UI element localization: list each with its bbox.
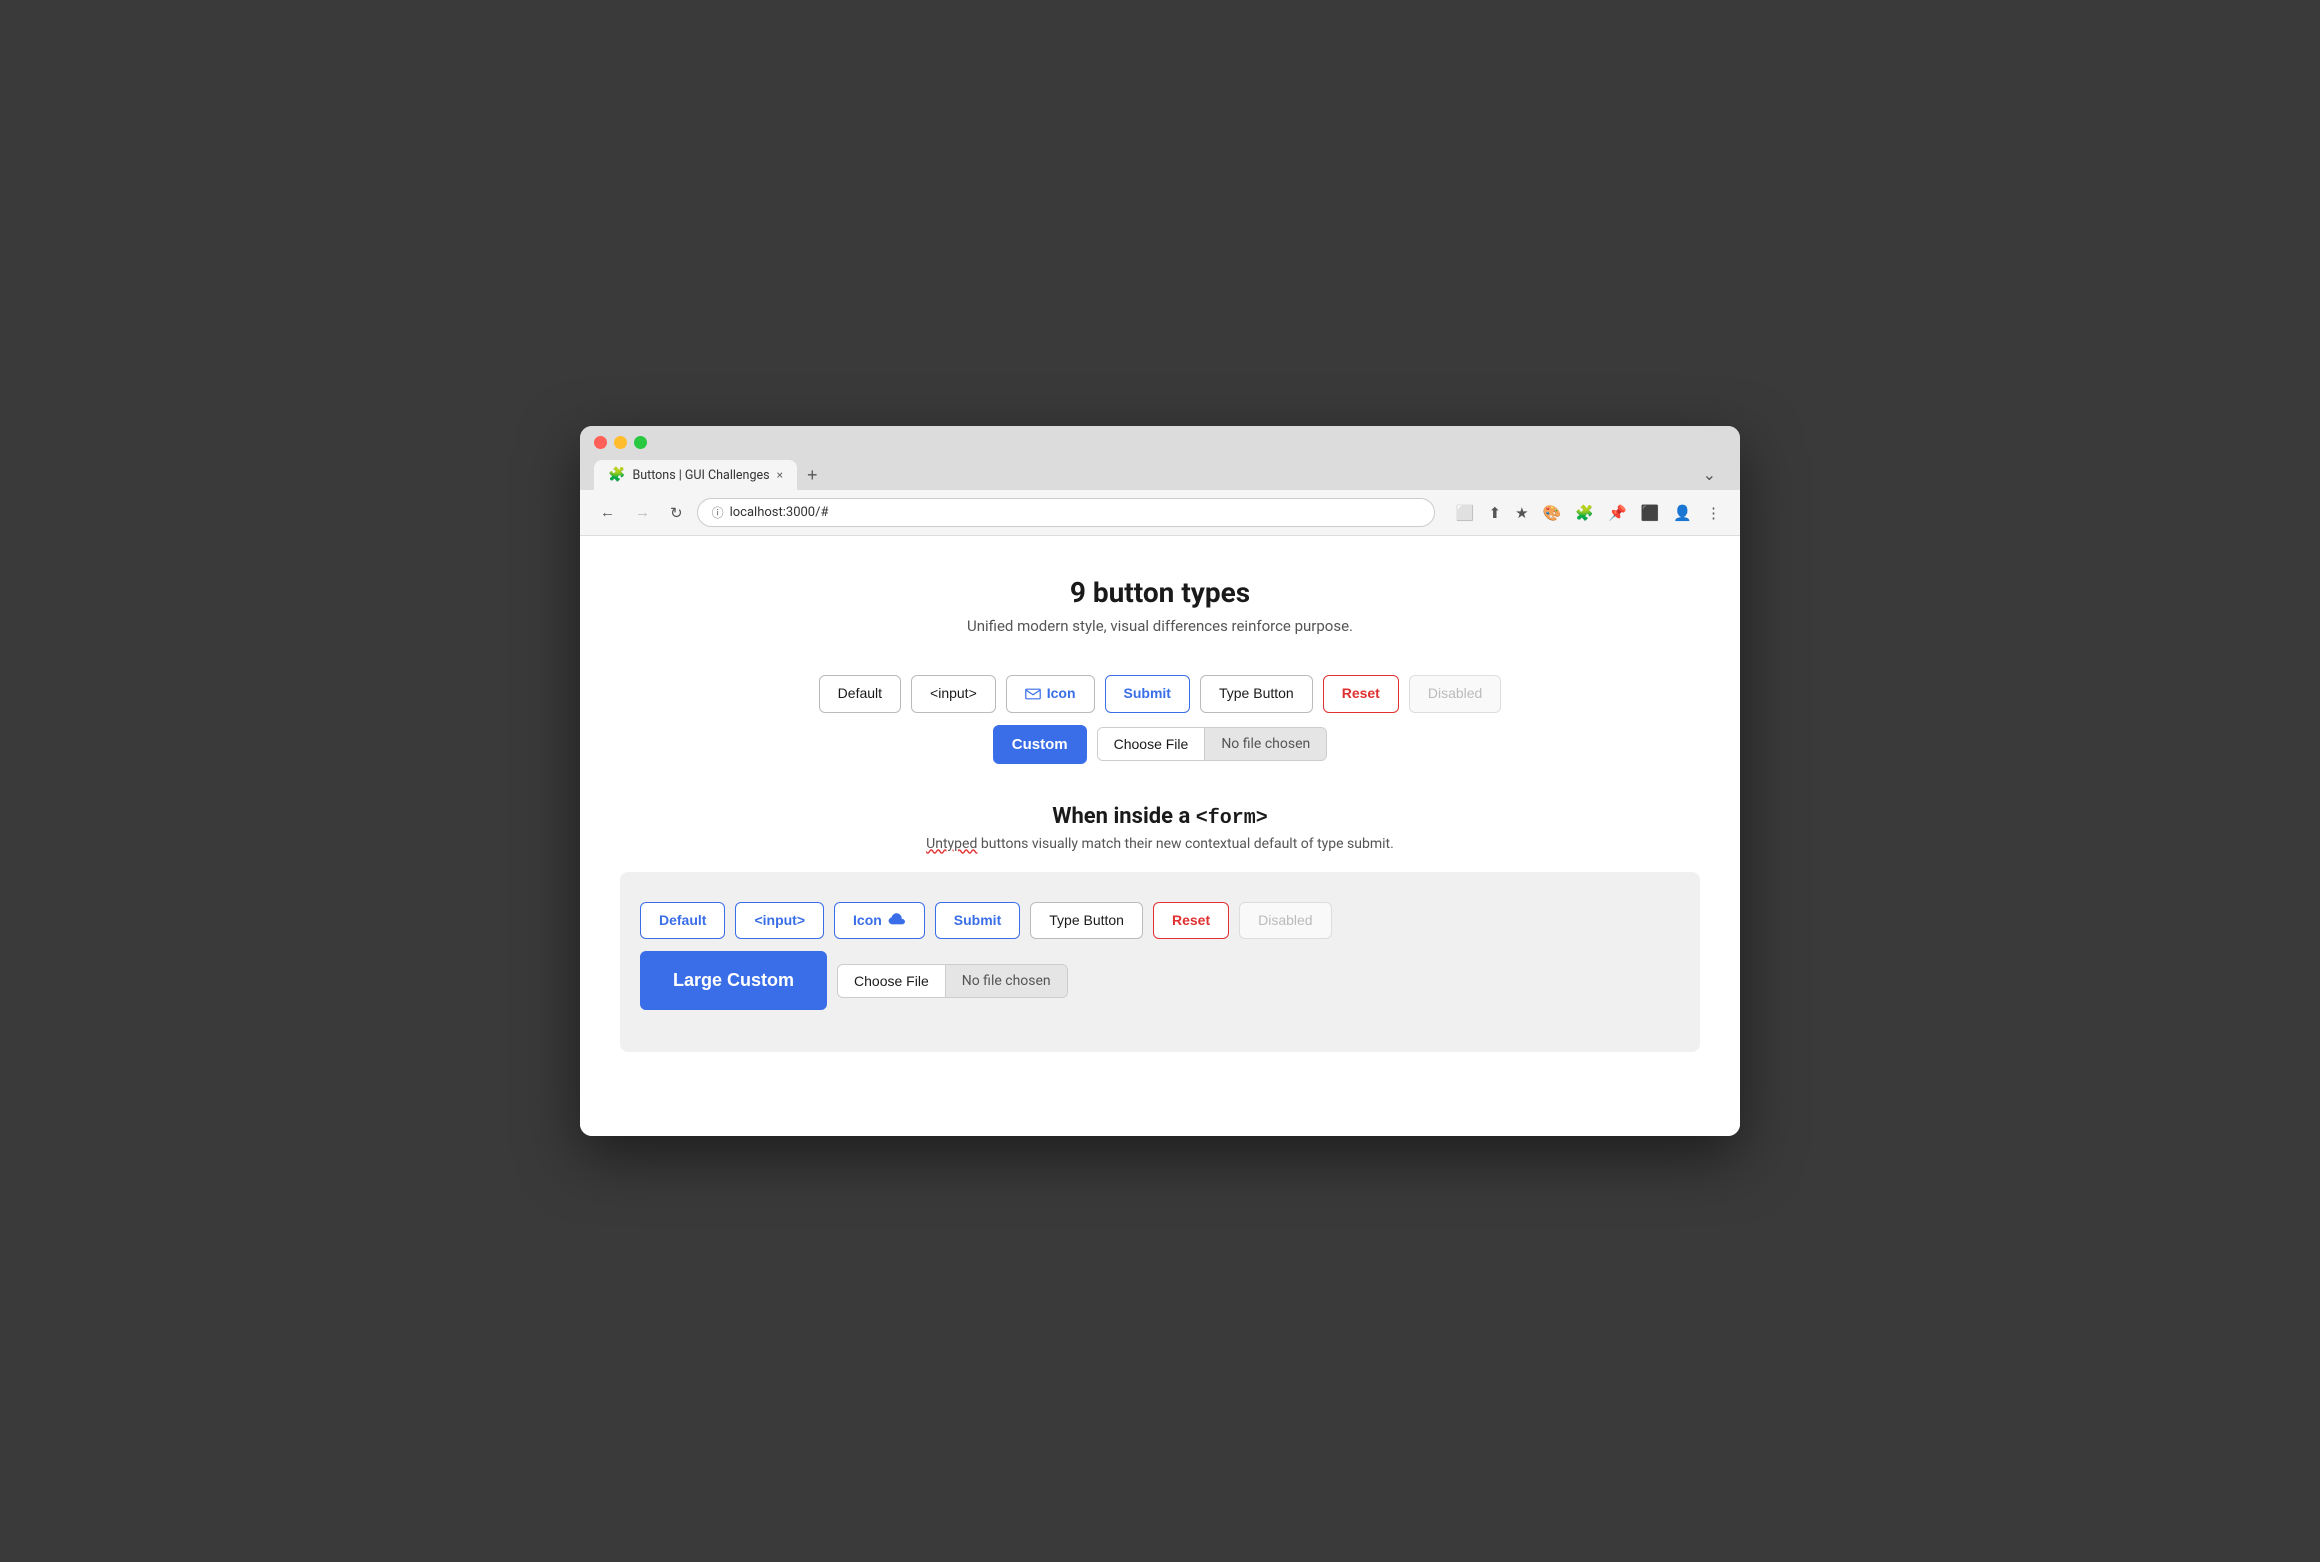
reset-button[interactable]: Reset	[1323, 675, 1399, 713]
form-choose-file-button[interactable]: Choose File	[838, 965, 946, 997]
untyped-text: Untyped	[926, 836, 977, 852]
forward-button[interactable]: →	[629, 500, 656, 525]
form-title-prefix: When inside a	[1052, 804, 1196, 829]
traffic-light-minimize[interactable]	[614, 436, 627, 449]
form-title-tag: <form>	[1196, 807, 1268, 830]
file-input-group: Choose File No file chosen	[1097, 727, 1328, 761]
form-custom-row: Large Custom Choose File No file chosen	[640, 951, 1680, 1010]
no-file-chosen-text: No file chosen	[1205, 728, 1326, 760]
form-section: Default <input> Icon Submit Type Button	[620, 872, 1700, 1053]
form-icon-button[interactable]: Icon	[834, 902, 925, 940]
traffic-lights	[594, 436, 1726, 449]
share-icon[interactable]: ⬆	[1484, 500, 1507, 526]
disabled-button: Disabled	[1409, 675, 1501, 713]
form-input-button[interactable]: <input>	[735, 902, 824, 940]
page-header: 9 button types Unified modern style, vis…	[600, 576, 1720, 635]
custom-button[interactable]: Custom	[993, 725, 1087, 764]
nav-actions: ⬜ ⬆ ★ 🎨 🧩 📌 ⬛ 👤 ⋮	[1451, 500, 1726, 526]
form-submit-button[interactable]: Submit	[935, 902, 1020, 940]
form-default-button[interactable]: Default	[640, 902, 725, 940]
top-custom-row: Custom Choose File No file chosen	[600, 725, 1720, 764]
form-section-subtitle: Untyped buttons visually match their new…	[600, 836, 1720, 852]
form-section-header: When inside a <form> Untyped buttons vis…	[600, 804, 1720, 852]
extension-icon[interactable]: 🎨	[1538, 500, 1567, 526]
traffic-light-close[interactable]	[594, 436, 607, 449]
type-button[interactable]: Type Button	[1200, 675, 1313, 713]
tab-bar: 🧩 Buttons | GUI Challenges × + ⌄	[594, 459, 1726, 490]
default-button[interactable]: Default	[819, 675, 901, 713]
form-no-file-chosen-text: No file chosen	[946, 965, 1067, 997]
refresh-button[interactable]: ↻	[664, 500, 689, 526]
tab-label: Buttons | GUI Challenges	[632, 468, 769, 483]
choose-file-button[interactable]: Choose File	[1098, 728, 1206, 760]
sidebar-icon[interactable]: ⬛	[1636, 500, 1665, 526]
mail-icon	[1025, 688, 1041, 700]
url-security-icon: ⓘ	[712, 504, 724, 521]
icon-button[interactable]: Icon	[1006, 675, 1095, 713]
page-content: 9 button types Unified modern style, vis…	[580, 536, 1740, 1136]
nav-bar: ← → ↻ ⓘ localhost:3000/# ⬜ ⬆ ★ 🎨 🧩 📌 ⬛ 👤…	[580, 490, 1740, 536]
subtitle-rest: buttons visually match their new context…	[981, 836, 1394, 852]
form-reset-button[interactable]: Reset	[1153, 902, 1229, 940]
form-section-title: When inside a <form>	[600, 804, 1720, 830]
tab-favicon: 🧩	[608, 467, 625, 483]
chrome-bar: 🧩 Buttons | GUI Challenges × + ⌄	[580, 426, 1740, 490]
form-disabled-button: Disabled	[1239, 902, 1331, 940]
puzzle-icon[interactable]: 🧩	[1570, 500, 1599, 526]
browser-tab[interactable]: 🧩 Buttons | GUI Challenges ×	[594, 460, 797, 490]
form-button-row: Default <input> Icon Submit Type Button	[640, 902, 1680, 940]
browser-window: 🧩 Buttons | GUI Challenges × + ⌄ ← → ↻ ⓘ…	[580, 426, 1740, 1136]
url-bar[interactable]: ⓘ localhost:3000/#	[697, 498, 1435, 527]
bookmark-icon[interactable]: ★	[1510, 500, 1533, 526]
form-type-button[interactable]: Type Button	[1030, 902, 1143, 940]
form-file-input-group: Choose File No file chosen	[837, 964, 1068, 998]
url-text: localhost:3000/#	[730, 505, 829, 520]
page-subtitle: Unified modern style, visual differences…	[600, 617, 1720, 635]
large-custom-button[interactable]: Large Custom	[640, 951, 827, 1010]
tab-menu-button[interactable]: ⌄	[1693, 459, 1726, 490]
page-title: 9 button types	[600, 576, 1720, 609]
profile-icon[interactable]: 👤	[1668, 500, 1697, 526]
cloud-icon	[888, 913, 906, 927]
top-button-row: Default <input> Icon Submit Type Button …	[600, 675, 1720, 713]
traffic-light-maximize[interactable]	[634, 436, 647, 449]
pin-icon[interactable]: 📌	[1603, 500, 1632, 526]
external-link-icon[interactable]: ⬜	[1451, 500, 1480, 526]
back-button[interactable]: ←	[594, 500, 621, 525]
tab-close-button[interactable]: ×	[777, 468, 783, 482]
submit-button[interactable]: Submit	[1105, 675, 1190, 713]
input-button[interactable]: <input>	[911, 675, 996, 713]
new-tab-button[interactable]: +	[797, 460, 828, 490]
menu-icon[interactable]: ⋮	[1701, 500, 1726, 526]
